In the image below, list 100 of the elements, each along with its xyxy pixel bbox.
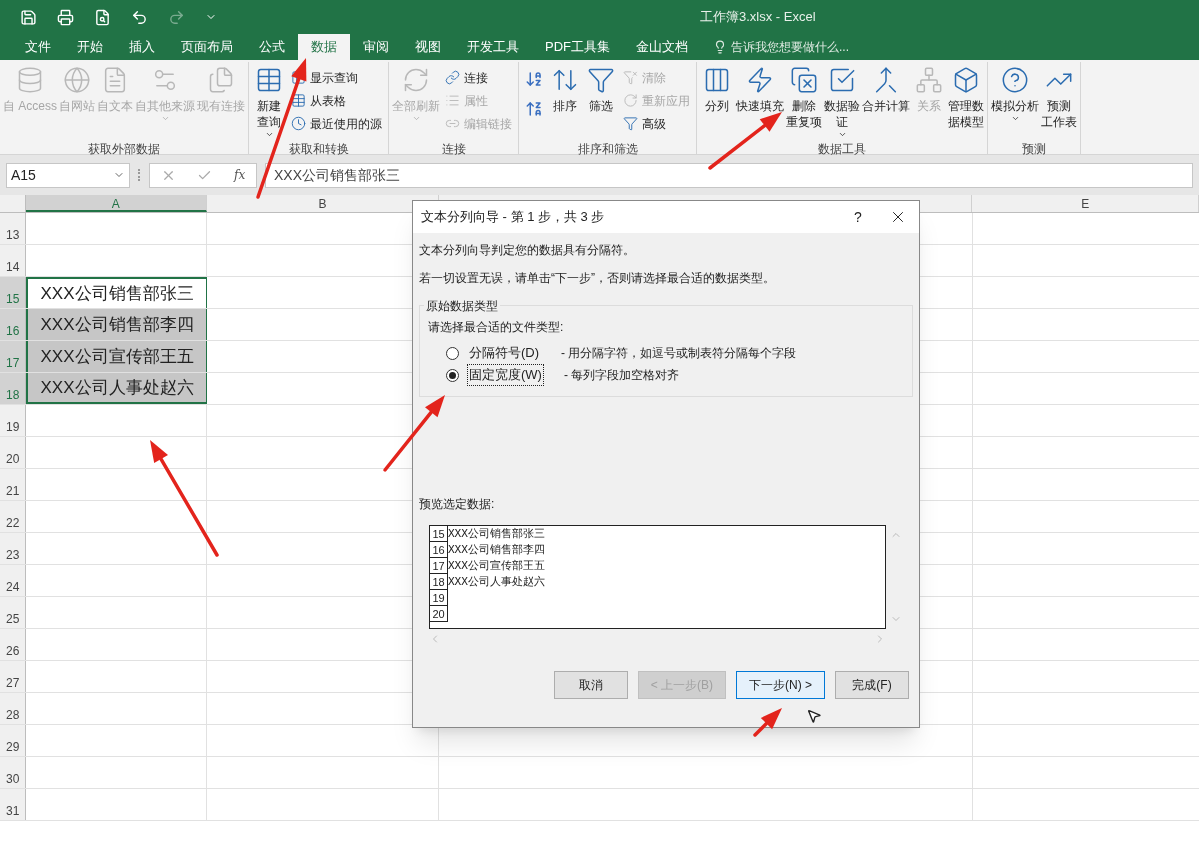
sort-ascending-icon[interactable] <box>525 70 543 88</box>
insert-function-button[interactable]: fx <box>234 166 246 184</box>
column-header[interactable]: E <box>972 195 1199 212</box>
table-cell[interactable]: XXX公司人事处赵六 <box>25 373 208 404</box>
ribbon-button[interactable]: 最近使用的源 <box>291 112 382 135</box>
group-title: 原始数据类型 <box>424 297 500 315</box>
row-header[interactable]: 30 <box>0 757 26 788</box>
dialog-button[interactable]: 完成(F) <box>835 671 909 699</box>
grip-icon <box>138 169 141 181</box>
radio-button[interactable] <box>446 368 459 382</box>
ribbon-tab[interactable]: 开始 <box>64 34 116 60</box>
ribbon-tab[interactable]: 金山文档 <box>623 34 701 60</box>
dialog-button[interactable]: 取消 <box>553 671 628 699</box>
relationships-icon <box>915 66 943 94</box>
sort-descending-icon[interactable] <box>525 100 543 118</box>
row-header[interactable]: 28 <box>0 693 26 724</box>
dialog-message: 若一切设置无误，请单击“下一步”，否则请选择最合适的数据类型。 <box>419 270 776 287</box>
table-icon <box>291 70 306 85</box>
radio-label[interactable]: 固定宽度(W) <box>467 364 544 386</box>
row-header[interactable]: 27 <box>0 661 26 692</box>
help-button[interactable]: ? <box>843 206 873 228</box>
print-icon[interactable] <box>57 8 74 26</box>
preview-row-number: 20 <box>430 606 448 622</box>
ribbon-tab[interactable]: 公式 <box>246 34 298 60</box>
validation-icon <box>828 66 856 94</box>
what-if-icon <box>1001 66 1029 94</box>
row-header[interactable]: 24 <box>0 565 26 596</box>
row-header[interactable]: 22 <box>0 501 26 532</box>
row-header[interactable]: 15 <box>0 277 26 308</box>
row-header[interactable]: 16 <box>0 309 26 340</box>
mouse-pointer-icon <box>806 708 822 724</box>
ribbon-tab[interactable]: 插入 <box>116 34 168 60</box>
ribbon-button[interactable]: 筛选 <box>583 62 619 140</box>
row-header[interactable]: 29 <box>0 725 26 756</box>
table-cell[interactable]: XXX公司销售部李四 <box>25 309 208 340</box>
ribbon-tab[interactable]: 视图 <box>402 34 454 60</box>
group-label: 预测 <box>1021 141 1047 158</box>
ribbon-button[interactable]: 高级 <box>623 112 690 135</box>
ribbon-button[interactable]: 从表格 <box>291 89 382 112</box>
ribbon-tab[interactable]: 审阅 <box>350 34 402 60</box>
column-header[interactable]: A <box>25 195 207 212</box>
preview-text: XXX公司人事处赵六 <box>448 574 545 590</box>
radio-label[interactable]: 分隔符号(D) <box>467 342 542 364</box>
group-label: 获取外部数据 <box>87 141 161 158</box>
preview-text: XXX公司销售部张三 <box>448 526 545 542</box>
ribbon-button[interactable]: 管理数 据模型 <box>947 62 985 140</box>
ribbon-button[interactable]: 排序 <box>547 62 583 140</box>
preview-row-number: 17 <box>430 558 448 574</box>
print-preview-icon[interactable] <box>94 8 111 26</box>
undo-icon[interactable] <box>131 8 148 26</box>
documents-icon <box>207 66 235 94</box>
row-header[interactable]: 26 <box>0 629 26 660</box>
ribbon-button[interactable]: 连接 <box>445 66 512 89</box>
preview-row-number: 16 <box>430 542 448 558</box>
ribbon-button[interactable]: 分列 <box>699 62 735 140</box>
preview-text: XXX公司宣传部王五 <box>448 558 545 574</box>
save-icon[interactable] <box>20 8 37 26</box>
ribbon-button[interactable]: 数据验 证 <box>823 62 861 140</box>
ribbon-button[interactable]: 合并计算 <box>861 62 911 140</box>
table-icon <box>255 66 283 94</box>
caret-icon <box>264 130 274 139</box>
data-model-icon <box>952 66 980 94</box>
dialog-button[interactable]: 下一步(N) > <box>736 671 825 699</box>
filter-icon <box>623 116 638 131</box>
row-header[interactable]: 21 <box>0 469 26 500</box>
row-header[interactable]: 20 <box>0 437 26 468</box>
table-icon <box>291 93 306 108</box>
list-icon <box>445 93 460 108</box>
ribbon-button[interactable]: 删除 重复项 <box>785 62 823 140</box>
ribbon-tab[interactable]: 开发工具 <box>454 34 532 60</box>
row-header[interactable]: 13 <box>0 213 26 244</box>
formula-field[interactable]: XXX公司销售部张三 <box>265 162 1193 188</box>
ribbon-button[interactable]: 快速填充 <box>735 62 785 140</box>
row-header[interactable]: 19 <box>0 405 26 436</box>
row-header[interactable]: 23 <box>0 533 26 564</box>
row-header[interactable]: 31 <box>0 789 26 820</box>
remove-duplicates-icon <box>790 66 818 94</box>
ribbon-tab[interactable]: 数据 <box>298 34 350 60</box>
ribbon-tab[interactable]: PDF工具集 <box>532 34 623 60</box>
row-header[interactable]: 14 <box>0 245 26 276</box>
ribbon-button[interactable]: 模拟分析 <box>990 62 1040 140</box>
ribbon-button[interactable]: 显示查询 <box>291 66 382 89</box>
ribbon-button[interactable]: 新建 查询 <box>251 62 287 140</box>
table-cell[interactable]: XXX公司销售部张三 <box>25 277 208 308</box>
ribbon-tab[interactable]: 页面布局 <box>168 34 246 60</box>
globe-icon <box>63 66 91 94</box>
ribbon-button[interactable]: 预测 工作表 <box>1040 62 1078 140</box>
ribbon-tab[interactable]: 文件 <box>12 34 64 60</box>
name-box[interactable]: A15 <box>6 162 130 188</box>
lightbulb-icon <box>713 40 727 54</box>
row-header[interactable]: 17 <box>0 341 26 372</box>
tell-me-field[interactable]: 告诉我您想要做什么... <box>713 34 849 60</box>
row-header[interactable]: 18 <box>0 373 26 404</box>
filter-clear-icon <box>623 70 638 85</box>
row-header[interactable]: 25 <box>0 597 26 628</box>
filter-icon <box>587 66 615 94</box>
caret-icon <box>160 114 170 123</box>
reapply-icon <box>623 93 638 108</box>
radio-button[interactable] <box>446 346 459 360</box>
table-cell[interactable]: XXX公司宣传部王五 <box>25 341 208 372</box>
